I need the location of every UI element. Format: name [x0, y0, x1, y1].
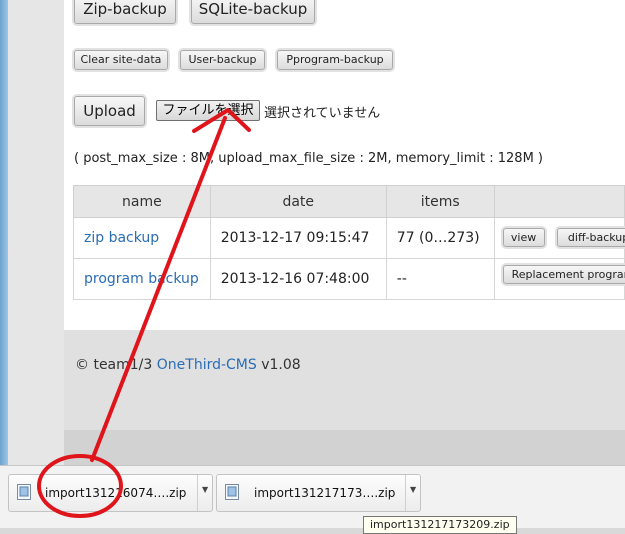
- row-date-cell: 2013-12-17 09:15:47: [209, 217, 387, 259]
- download-filename: import131216074….zip: [45, 486, 187, 500]
- zip-backup-link[interactable]: zip backup: [84, 230, 159, 246]
- user-backup-button[interactable]: User-backup: [180, 50, 265, 70]
- row-name-cell: program backup: [73, 258, 211, 300]
- download-separator: [405, 475, 406, 511]
- footer-prefix: © team1/3: [75, 357, 153, 373]
- row-actions-cell: view diff-backup: [493, 217, 625, 259]
- zip-file-icon: [225, 484, 239, 500]
- zip-file-icon: [17, 484, 31, 500]
- table-header-row: name date items: [73, 185, 625, 218]
- page-footer: [64, 330, 625, 430]
- replacement-program-button[interactable]: Replacement program: [502, 265, 625, 284]
- chevron-down-icon[interactable]: ▼: [202, 485, 208, 494]
- row-items-cell: --: [385, 258, 495, 300]
- upload-limits-text: ( post_max_size : 8M, upload_max_file_si…: [74, 151, 543, 166]
- footer-version: v1.08: [261, 357, 301, 373]
- file-status-text: 選択されていません: [264, 106, 381, 121]
- download-item[interactable]: import131217173….zip ▼: [216, 474, 421, 512]
- download-bar: import131216074….zip ▼ import131217173….…: [0, 465, 625, 528]
- row-actions-cell: Replacement program: [493, 258, 625, 300]
- zip-backup-button[interactable]: Zip-backup: [74, 0, 176, 24]
- row-name-cell: zip backup: [73, 217, 211, 259]
- table-row: program backup 2013-12-16 07:48:00 -- Re…: [73, 258, 625, 300]
- header-name: name: [73, 185, 211, 218]
- download-separator: [197, 475, 198, 511]
- header-date: date: [209, 185, 387, 218]
- sqlite-backup-button[interactable]: SQLite-backup: [191, 0, 315, 24]
- program-backup-button[interactable]: Pprogram-backup: [277, 50, 393, 70]
- row-items-cell: 77 (0…273): [385, 217, 495, 259]
- header-items: items: [385, 185, 495, 218]
- upload-button[interactable]: Upload: [74, 96, 145, 126]
- chevron-down-icon[interactable]: ▼: [410, 485, 416, 494]
- header-actions: [493, 185, 625, 218]
- window-edge: [0, 0, 8, 465]
- diff-backup-button[interactable]: diff-backup: [556, 228, 625, 247]
- backup-table: name date items zip backup 2013-12-17 09…: [73, 185, 625, 300]
- view-button[interactable]: view: [502, 228, 545, 247]
- footer-credit: © team1/3 OneThird-CMS v1.08: [75, 357, 301, 373]
- row-date-cell: 2013-12-16 07:48:00: [209, 258, 387, 300]
- table-row: zip backup 2013-12-17 09:15:47 77 (0…273…: [73, 217, 625, 259]
- program-backup-link[interactable]: program backup: [84, 271, 199, 287]
- download-item[interactable]: import131216074….zip ▼: [8, 474, 213, 512]
- download-filename: import131217173….zip: [254, 486, 396, 500]
- onethird-cms-link[interactable]: OneThird-CMS: [157, 357, 257, 373]
- page-margin: [8, 0, 64, 465]
- filename-tooltip: import131217173209.zip: [363, 516, 517, 534]
- clear-site-data-button[interactable]: Clear site-data: [74, 50, 168, 70]
- choose-file-button[interactable]: ファイルを選択: [156, 100, 260, 121]
- page-bottom: [64, 430, 625, 465]
